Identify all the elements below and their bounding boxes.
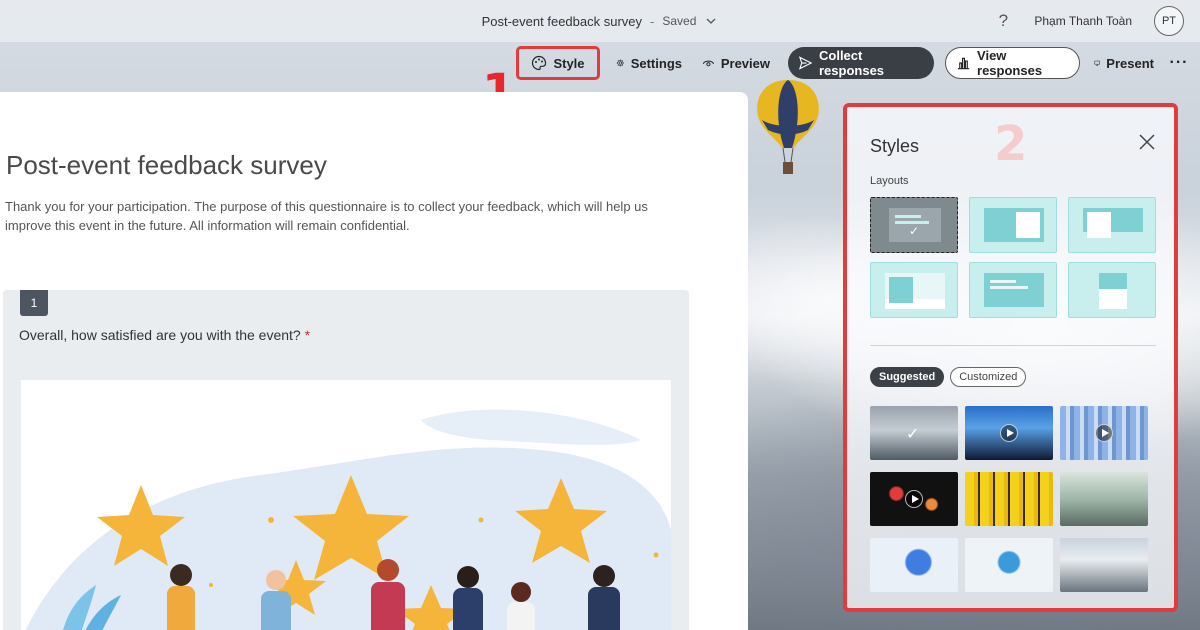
theme-fireworks[interactable] xyxy=(870,472,958,526)
view-responses-label: View responses xyxy=(977,48,1043,78)
close-icon[interactable] xyxy=(1138,133,1156,151)
collect-responses-label: Collect responses xyxy=(819,48,885,78)
theme-concert-crowd[interactable] xyxy=(965,406,1053,460)
panel-divider xyxy=(870,345,1156,346)
play-icon xyxy=(1095,424,1113,442)
theme-mountain-balloon[interactable]: ✓ xyxy=(870,406,958,460)
play-icon xyxy=(905,490,923,508)
view-responses-button[interactable]: View responses xyxy=(945,47,1080,79)
gear-icon xyxy=(616,59,624,67)
question-image xyxy=(21,380,671,630)
present-button[interactable]: Present xyxy=(1084,47,1164,79)
hot-air-balloon-image xyxy=(757,80,819,174)
eye-icon xyxy=(702,60,715,67)
tab-customized[interactable]: Customized xyxy=(950,367,1027,387)
chevron-down-icon[interactable] xyxy=(704,14,718,28)
preview-button[interactable]: Preview xyxy=(692,47,780,79)
send-icon xyxy=(798,56,813,70)
question-text: Overall, how satisfied are you with the … xyxy=(19,327,310,343)
avatar[interactable]: PT xyxy=(1154,6,1184,36)
layout-option-image-right[interactable] xyxy=(969,197,1057,253)
checkmark-icon: ✓ xyxy=(909,224,920,238)
theme-conference-room[interactable] xyxy=(1060,472,1148,526)
layout-option-classic[interactable]: ✓ xyxy=(870,197,958,253)
play-icon xyxy=(1000,424,1018,442)
account-area: ? Phạm Thanh Toàn PT xyxy=(994,6,1184,36)
layout-options: ✓ xyxy=(870,197,1156,318)
question-number-badge: 1 xyxy=(20,290,48,316)
checkmark-icon: ✓ xyxy=(906,426,920,443)
presentation-icon xyxy=(1094,60,1100,66)
preview-label: Preview xyxy=(720,55,770,71)
settings-button[interactable]: Settings xyxy=(606,47,692,79)
present-label: Present xyxy=(1106,55,1154,71)
theme-city-skyline[interactable] xyxy=(1060,406,1148,460)
required-marker: * xyxy=(304,327,311,343)
styles-panel-title: Styles xyxy=(870,136,920,156)
theme-tabs: Suggested Customized xyxy=(870,367,1027,387)
settings-label: Settings xyxy=(630,55,682,71)
more-options-button[interactable]: ··· xyxy=(1164,47,1194,79)
style-label: Style xyxy=(553,55,585,71)
document-title-group[interactable]: Post-event feedback survey - Saved xyxy=(482,14,719,29)
title-separator: - xyxy=(650,13,655,29)
theme-feedback-illustration[interactable] xyxy=(965,538,1053,592)
layout-option-image-left[interactable] xyxy=(1068,197,1156,253)
layout-option-image-top[interactable] xyxy=(1068,262,1156,318)
collect-responses-button[interactable]: Collect responses xyxy=(788,47,934,79)
layouts-label: Layouts xyxy=(870,175,909,187)
help-icon[interactable]: ? xyxy=(994,11,1012,31)
document-title[interactable]: Post-event feedback survey xyxy=(482,14,642,29)
layout-option-banner-left[interactable] xyxy=(870,262,958,318)
theme-gallery: ✓ xyxy=(870,406,1156,592)
form-description[interactable]: Thank you for your participation. The pu… xyxy=(5,197,695,235)
styles-panel: Styles Layouts ✓ Suggested Customized ✓ xyxy=(843,103,1178,612)
theme-celebration-hands[interactable] xyxy=(965,472,1053,526)
palette-icon xyxy=(532,55,547,71)
style-button[interactable]: Style xyxy=(516,46,600,80)
question-card[interactable]: 1 Overall, how satisfied are you with th… xyxy=(3,290,689,630)
user-name: Phạm Thanh Toàn xyxy=(1034,14,1132,28)
form-card: Post-event feedback survey Thank you for… xyxy=(0,92,748,630)
bar-chart-icon xyxy=(957,57,970,70)
save-status: Saved xyxy=(662,14,697,28)
top-bar: Post-event feedback survey - Saved ? Phạ… xyxy=(0,0,1200,42)
theme-rating-illustration[interactable] xyxy=(870,538,958,592)
layout-option-centered[interactable] xyxy=(969,262,1057,318)
form-title[interactable]: Post-event feedback survey xyxy=(6,150,327,181)
tab-suggested[interactable]: Suggested xyxy=(870,367,945,387)
stars-illustration xyxy=(25,409,671,630)
theme-mountain-balloon-2[interactable] xyxy=(1060,538,1148,592)
form-toolbar: Style Settings Preview Collect responses… xyxy=(516,46,1194,80)
question-label: Overall, how satisfied are you with the … xyxy=(19,327,301,343)
